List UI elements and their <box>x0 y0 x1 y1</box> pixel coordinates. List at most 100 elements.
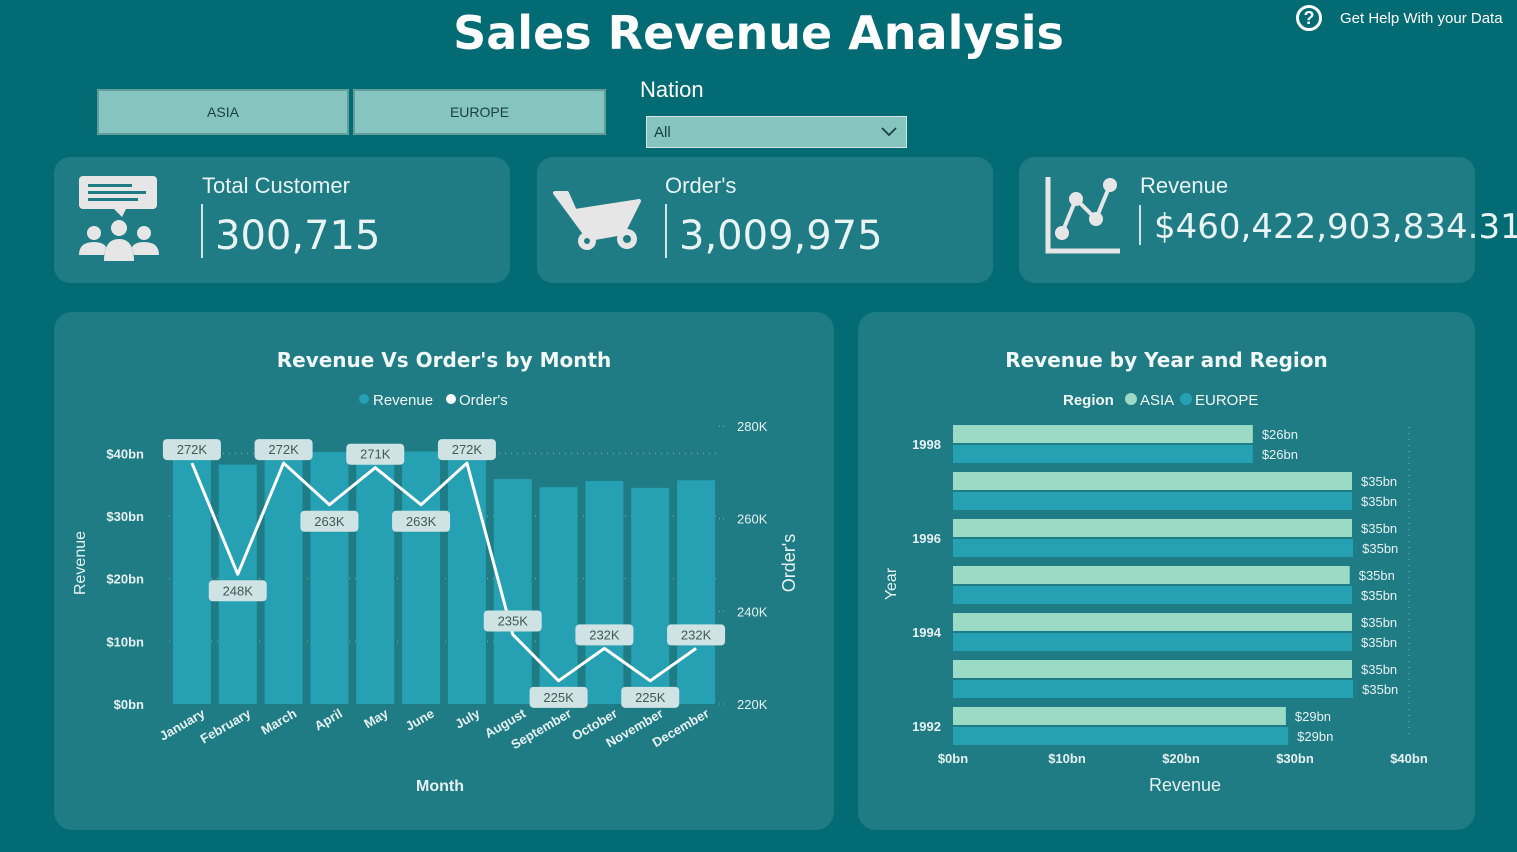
bar-revenue <box>310 452 349 704</box>
chevron-down-icon <box>881 127 897 137</box>
data-label-europe: $35bn <box>1361 494 1397 509</box>
data-label-europe: $35bn <box>1362 541 1398 556</box>
data-label-asia: $35bn <box>1361 474 1397 489</box>
bar-revenue <box>447 445 486 704</box>
legend-title: Region <box>1063 392 1114 409</box>
customers-icon <box>79 176 159 261</box>
data-label-asia: $35bn <box>1359 568 1395 583</box>
kpi-label: Order's <box>665 173 737 198</box>
legend-marker-europe <box>1180 393 1192 405</box>
data-label-asia: $35bn <box>1361 662 1397 677</box>
data-label-text: 225K <box>543 690 574 705</box>
bar-revenue <box>172 443 211 704</box>
bar-europe <box>953 633 1352 651</box>
legend-label-orders: Order's <box>459 392 508 409</box>
data-label-orders: 272K <box>162 439 221 461</box>
help-button[interactable]: ? Get Help With your Data <box>1296 2 1503 34</box>
x-tick-label: $40bn <box>1390 751 1428 766</box>
y2-tick-label: 220K <box>737 697 768 712</box>
region-button-europe[interactable]: EUROPE <box>353 89 606 135</box>
x-tick-label: June <box>403 706 437 734</box>
bar-asia <box>953 425 1253 443</box>
x-tick-label: $10bn <box>1048 751 1086 766</box>
data-label-text: 232K <box>589 627 620 642</box>
kpi-divider <box>665 204 667 258</box>
bar-revenue <box>677 480 716 704</box>
data-label-orders: 235K <box>483 610 542 632</box>
kpi-value: 300,715 <box>215 213 381 259</box>
data-label-europe: $29bn <box>1297 729 1333 744</box>
kpi-divider <box>1139 205 1141 245</box>
y-tick-label: 1992 <box>912 719 941 734</box>
data-label-text: 271K <box>360 447 391 462</box>
data-label-orders: 272K <box>254 439 313 461</box>
x-tick-label: $0bn <box>938 751 968 766</box>
x-tick-label: $20bn <box>1162 751 1200 766</box>
revenue-vs-orders-chart: Revenue Order's $0bn $10bn $20bn $30bn $40bn 22… <box>72 392 799 795</box>
revenue-by-year-panel: Revenue by Year and Region Region ASIA EUR… <box>858 312 1475 830</box>
legend-label-revenue: Revenue <box>373 392 433 409</box>
nation-dropdown[interactable]: All <box>646 116 907 148</box>
data-label-orders: 225K <box>621 686 680 708</box>
x-tick-label: $30bn <box>1276 751 1314 766</box>
data-label-text: 232K <box>681 627 712 642</box>
bar-europe <box>953 727 1289 745</box>
kpi-label: Total Customer <box>202 173 350 198</box>
y-tick-label: 1994 <box>912 625 942 640</box>
chart-legend: Region ASIA EUROPE <box>1063 392 1258 409</box>
data-label-orders: 263K <box>300 510 359 532</box>
y-tick-label: 1996 <box>912 531 941 546</box>
revenue-by-year-chart: Region ASIA EUROPE $26bn $26bn 1998 $35bn $35bn… <box>883 392 1428 795</box>
bar-revenue <box>402 451 441 704</box>
bar-asia <box>953 613 1352 631</box>
region-button-asia[interactable]: ASIA <box>97 89 349 135</box>
data-label-orders: 232K <box>575 624 634 646</box>
bar-asia <box>953 472 1352 490</box>
help-label: Get Help With your Data <box>1340 9 1503 27</box>
legend-marker-orders <box>446 394 456 404</box>
legend-marker-revenue <box>359 394 369 404</box>
y-tick-label: $10bn <box>106 634 144 649</box>
help-icon: ? <box>1296 5 1322 31</box>
kpi-card-revenue: Revenue $460,422,903,834.31 <box>1019 157 1517 283</box>
data-label-orders: 225K <box>529 686 588 708</box>
data-label-asia: $35bn <box>1361 615 1397 630</box>
kpi-card-orders: Order's 3,009,975 <box>537 157 993 283</box>
bar-asia <box>953 519 1352 537</box>
x-axis-title: Revenue <box>1149 775 1221 795</box>
y-axis-title: Revenue <box>72 531 89 595</box>
bar-revenue <box>356 444 395 704</box>
legend-marker-asia <box>1125 393 1137 405</box>
chart-legend: Revenue Order's <box>359 392 508 409</box>
data-label-europe: $35bn <box>1361 635 1397 650</box>
data-label-orders: 232K <box>667 624 726 646</box>
data-label-europe: $35bn <box>1361 588 1397 603</box>
bar-europe <box>953 539 1354 557</box>
data-label-orders: 272K <box>437 439 496 461</box>
data-label-text: 272K <box>268 442 299 457</box>
nation-value: All <box>654 123 671 141</box>
y2-tick-label: 280K <box>737 419 768 434</box>
y2-axis-title: Order's <box>779 534 799 592</box>
bar-europe <box>953 492 1352 510</box>
data-label-asia: $29bn <box>1295 709 1331 724</box>
data-label-orders: 248K <box>208 580 267 602</box>
page-title: Sales Revenue Analysis <box>453 6 1064 60</box>
y2-tick-label: 240K <box>737 604 768 619</box>
x-tick-label: April <box>312 706 345 734</box>
kpi-divider <box>201 204 203 258</box>
data-label-text: 272K <box>452 442 483 457</box>
data-label-asia: $35bn <box>1361 521 1397 536</box>
kpi-value: $460,422,903,834.31 <box>1154 207 1517 247</box>
data-label-text: 272K <box>177 442 208 457</box>
bar-asia <box>953 707 1286 725</box>
bar-revenue <box>264 443 303 704</box>
y2-tick-label: 260K <box>737 512 768 527</box>
data-label-text: 248K <box>223 583 254 598</box>
y-tick-label: $30bn <box>106 509 144 524</box>
data-label-asia: $26bn <box>1262 427 1298 442</box>
y-tick-label: $20bn <box>106 572 144 587</box>
data-label-text: 225K <box>635 690 666 705</box>
y-tick-label: $40bn <box>106 446 144 461</box>
data-label-europe: $35bn <box>1362 682 1398 697</box>
